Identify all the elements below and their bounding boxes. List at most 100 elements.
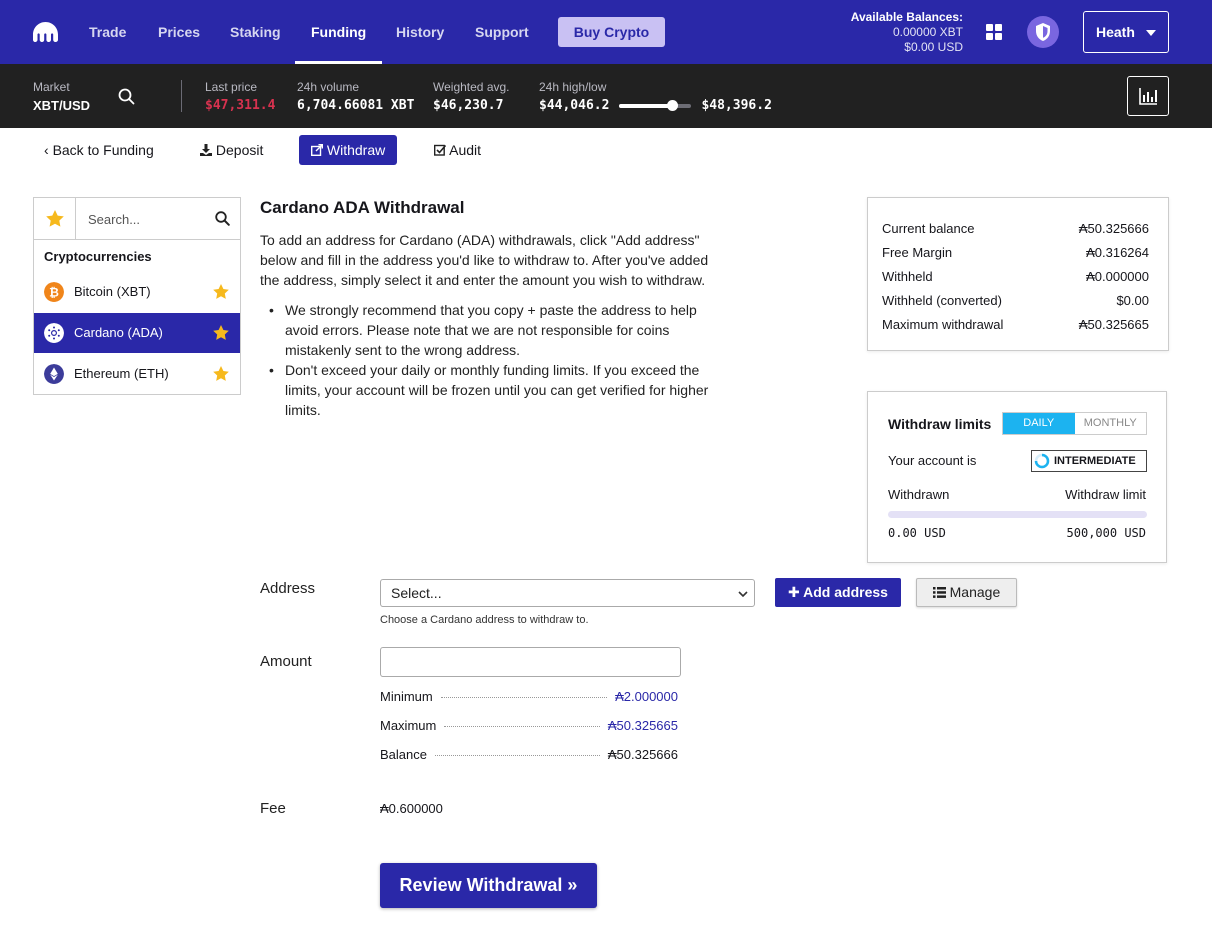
weighted-avg: Weighted avg. $46,230.7: [433, 80, 510, 113]
address-select-value: Select...: [391, 585, 442, 601]
search-icon[interactable]: [215, 211, 230, 226]
market-bar: Market XBT/USD Last price $47,311.4 24h …: [0, 64, 1212, 128]
top-navigation: Trade Prices Staking Funding History Sup…: [0, 0, 1212, 64]
available-balances: Available Balances: 0.00000 XBT $0.00 US…: [851, 10, 963, 55]
high-value: $48,396.2: [701, 98, 772, 113]
minimum-label: Minimum: [380, 689, 433, 704]
security-shield-icon[interactable]: [1027, 16, 1059, 48]
ethereum-icon: [44, 364, 64, 384]
nav-funding[interactable]: Funding: [294, 0, 383, 64]
cardano-icon: [44, 323, 64, 343]
balance-row: Withheld ₳0.000000: [882, 269, 1149, 284]
user-name: Heath: [1096, 24, 1135, 40]
volume-label: 24h volume: [297, 80, 360, 94]
minimum-value-link[interactable]: ₳2.000000: [615, 689, 678, 704]
currency-search-input[interactable]: [88, 210, 206, 228]
maximum-row: Maximum ₳50.325665: [380, 718, 678, 733]
withdraw-limits-title: Withdraw limits: [888, 416, 992, 432]
toggle-monthly[interactable]: MONTHLY: [1075, 413, 1147, 434]
high-low-label: 24h high/low: [539, 80, 607, 94]
list-icon: [932, 587, 946, 598]
period-toggle: DAILY MONTHLY: [1002, 412, 1147, 435]
back-to-funding-label: Back to Funding: [52, 142, 154, 158]
address-label: Address: [260, 580, 316, 597]
level-progress-icon: [1034, 453, 1050, 469]
chevron-left-icon: ‹: [44, 142, 49, 158]
caret-down-icon: [1146, 30, 1156, 36]
account-level-value: INTERMEDIATE: [1054, 455, 1136, 467]
currency-search: [76, 198, 240, 240]
withdrawn-label: Withdrawn: [888, 487, 950, 502]
high-low-slider: [619, 99, 692, 111]
tab-withdraw-label: Withdraw: [326, 142, 386, 158]
tab-deposit[interactable]: Deposit: [200, 135, 263, 165]
volume-value: 6,704.66081 XBT: [297, 98, 415, 113]
share-icon: [310, 144, 323, 157]
withdraw-limit-label: Withdraw limit: [1065, 487, 1146, 502]
amount-input[interactable]: [380, 647, 681, 677]
manage-button[interactable]: Manage: [916, 578, 1017, 607]
balance-xbt: 0.00000 XBT: [892, 25, 963, 39]
market-pair-value: XBT/USD: [33, 98, 91, 113]
bitcoin-icon: ₿: [44, 282, 64, 302]
chart-button[interactable]: [1127, 76, 1169, 116]
check-square-icon: [433, 144, 447, 156]
apps-grid-icon[interactable]: [986, 24, 1003, 41]
coin-name: Cardano (ADA): [74, 325, 163, 340]
balance-row: Maximum withdrawal ₳50.325665: [882, 317, 1149, 332]
cryptocurrencies-heading: Cryptocurrencies: [44, 249, 152, 264]
coin-item-cardano[interactable]: Cardano (ADA): [34, 313, 240, 353]
minimum-row: Minimum ₳2.000000: [380, 689, 678, 704]
high-low-range: $44,046.2 $48,396.2: [539, 98, 772, 113]
address-select[interactable]: Select...: [380, 579, 755, 607]
last-price-value: $47,311.4: [205, 98, 276, 113]
user-menu-button[interactable]: Heath: [1083, 11, 1169, 53]
currency-sidebar: Cryptocurrencies ₿ Bitcoin (XBT) Cardano…: [33, 197, 241, 395]
favorites-filter[interactable]: [34, 198, 76, 240]
buy-crypto-button[interactable]: Buy Crypto: [558, 17, 665, 47]
notice-item: We strongly recommend that you copy + pa…: [269, 300, 725, 360]
last-price-label: Last price: [205, 80, 258, 94]
market-label: Market: [33, 80, 70, 94]
back-to-funding-link[interactable]: ‹ Back to Funding: [44, 135, 154, 165]
market-search-icon[interactable]: [118, 88, 135, 105]
download-icon: [200, 144, 212, 156]
review-withdrawal-button[interactable]: Review Withdrawal »: [380, 863, 597, 908]
maximum-value-link[interactable]: ₳50.325665: [608, 718, 678, 733]
nav-trade[interactable]: Trade: [89, 0, 126, 64]
coin-item-bitcoin[interactable]: ₿ Bitcoin (XBT): [34, 272, 240, 312]
withdraw-limit-value: 500,000 USD: [1066, 526, 1146, 540]
account-level-badge[interactable]: INTERMEDIATE: [1031, 450, 1147, 472]
high-low: 24h high/low: [539, 80, 606, 94]
fee-value: ₳0.600000: [380, 801, 443, 816]
kraken-logo-icon[interactable]: [33, 22, 58, 42]
balance-label: Balance: [380, 747, 427, 762]
nav-prices[interactable]: Prices: [158, 0, 200, 64]
balance-usd: $0.00 USD: [904, 40, 963, 54]
nav-staking[interactable]: Staking: [230, 0, 281, 64]
nav-history[interactable]: History: [396, 0, 444, 64]
bar-chart-icon: [1139, 88, 1157, 105]
plus-icon: ✚: [788, 584, 800, 600]
manage-label: Manage: [949, 584, 1001, 600]
market-pair[interactable]: Market XBT/USD: [33, 80, 90, 113]
add-address-label: Add address: [803, 584, 888, 600]
toggle-daily[interactable]: DAILY: [1003, 413, 1075, 434]
notice-item: Don't exceed your daily or monthly fundi…: [269, 360, 725, 420]
favorite-star-icon[interactable]: [212, 324, 230, 342]
volume: 24h volume 6,704.66081 XBT: [297, 80, 414, 113]
maximum-label: Maximum: [380, 718, 437, 733]
tab-withdraw[interactable]: Withdraw: [299, 135, 398, 165]
account-level-label: Your account is: [888, 453, 977, 468]
favorite-star-icon[interactable]: [212, 283, 230, 301]
notice-list: We strongly recommend that you copy + pa…: [269, 300, 725, 420]
balance-row: Current balance ₳50.325666: [882, 221, 1149, 236]
add-address-button[interactable]: ✚ Add address: [775, 578, 901, 607]
tab-audit[interactable]: Audit: [433, 135, 481, 165]
coin-item-ethereum[interactable]: Ethereum (ETH): [34, 354, 240, 394]
favorite-star-icon[interactable]: [212, 365, 230, 383]
intro-text: To add an address for Cardano (ADA) with…: [260, 232, 709, 288]
nav-support[interactable]: Support: [475, 0, 529, 64]
last-price: Last price $47,311.4: [205, 80, 275, 113]
balance-summary: Current balance ₳50.325666 Free Margin ₳0.…: [867, 197, 1169, 351]
